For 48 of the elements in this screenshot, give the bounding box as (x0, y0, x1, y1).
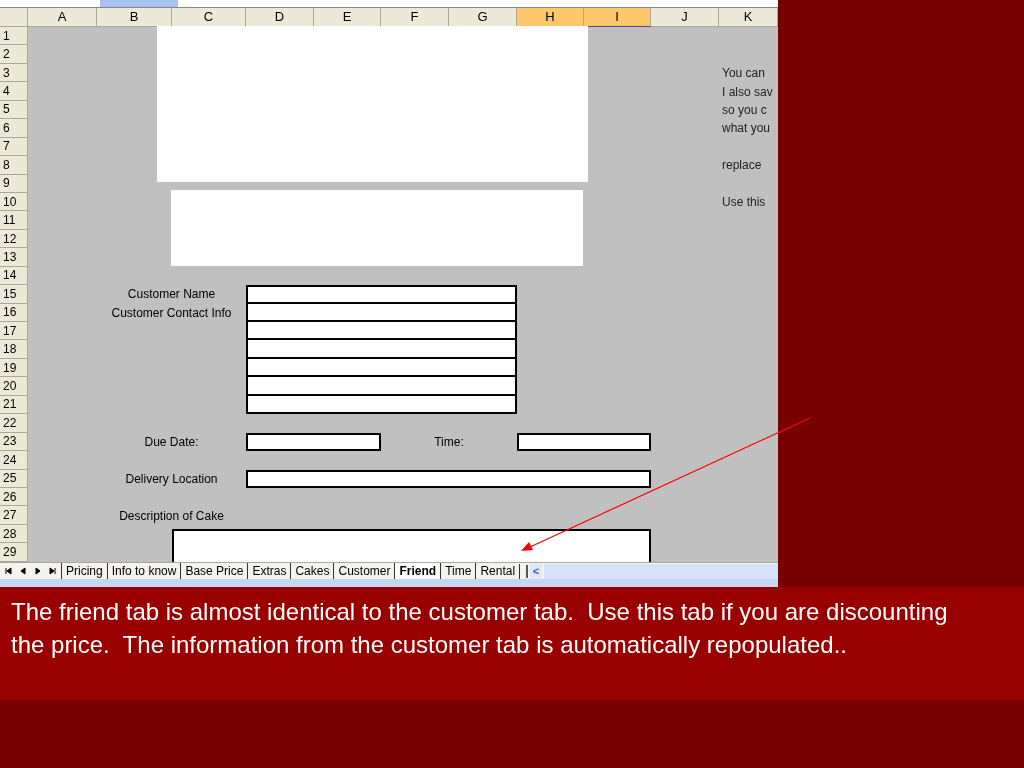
column-header[interactable]: J (651, 8, 719, 27)
row-header[interactable]: 13 (0, 248, 28, 267)
note-text: replace (721, 159, 763, 172)
column-header[interactable]: B (97, 8, 172, 27)
row-header[interactable]: 27 (0, 506, 28, 525)
note-text: what you (721, 122, 772, 135)
field-label: Delivery Location (125, 472, 218, 485)
input-field[interactable] (246, 432, 381, 452)
last-sheet-icon[interactable] (49, 567, 57, 575)
field-label: Due Date: (144, 435, 199, 448)
horizontal-scrollbar[interactable] (544, 563, 778, 579)
previous-sheet-icon[interactable] (19, 567, 27, 575)
row-header[interactable]: 11 (0, 211, 28, 230)
column-header[interactable]: K (719, 8, 778, 27)
row-header[interactable]: 2 (0, 45, 28, 64)
input-field[interactable] (172, 528, 651, 562)
next-sheet-icon[interactable] (34, 567, 42, 575)
first-sheet-icon[interactable] (4, 567, 12, 575)
row-header[interactable]: 18 (0, 340, 28, 359)
caption-text: The friend tab is almost identical to the customer tab. Use this tab if you are discounting the price. The information from the customer tab is automatically repopulated.. (11, 597, 949, 660)
input-field[interactable] (246, 469, 651, 488)
row-header[interactable]: 17 (0, 322, 28, 341)
input-field[interactable] (517, 432, 651, 452)
field-label: Customer Contact Info (111, 306, 232, 319)
row-header[interactable]: 1 (0, 27, 28, 46)
row-header[interactable]: 29 (0, 543, 28, 562)
row-header[interactable]: 20 (0, 377, 28, 396)
row-header[interactable]: 6 (0, 119, 28, 138)
note-text: You can (721, 67, 766, 80)
field-label: Time: (434, 435, 464, 448)
row-header[interactable]: 8 (0, 156, 28, 175)
field-label: Description of Cake (119, 509, 224, 522)
row-header[interactable]: 24 (0, 451, 28, 470)
row-header[interactable]: 22 (0, 414, 28, 433)
scroll-left-button[interactable]: < (530, 563, 543, 579)
input-field[interactable] (246, 322, 517, 341)
row-header[interactable]: 4 (0, 82, 28, 101)
field-label: Customer Name (127, 288, 216, 301)
input-field[interactable] (246, 340, 517, 359)
column-header[interactable]: A (28, 8, 97, 27)
note-text: I also sav (721, 85, 774, 98)
note-text: so you c (721, 103, 768, 116)
note-text: Use this (721, 196, 767, 209)
sheet-tab[interactable]: Friend (394, 563, 441, 579)
input-field[interactable] (246, 285, 517, 304)
row-header[interactable]: 15 (0, 285, 28, 304)
input-field[interactable] (246, 377, 517, 396)
column-header[interactable]: I (584, 8, 651, 27)
